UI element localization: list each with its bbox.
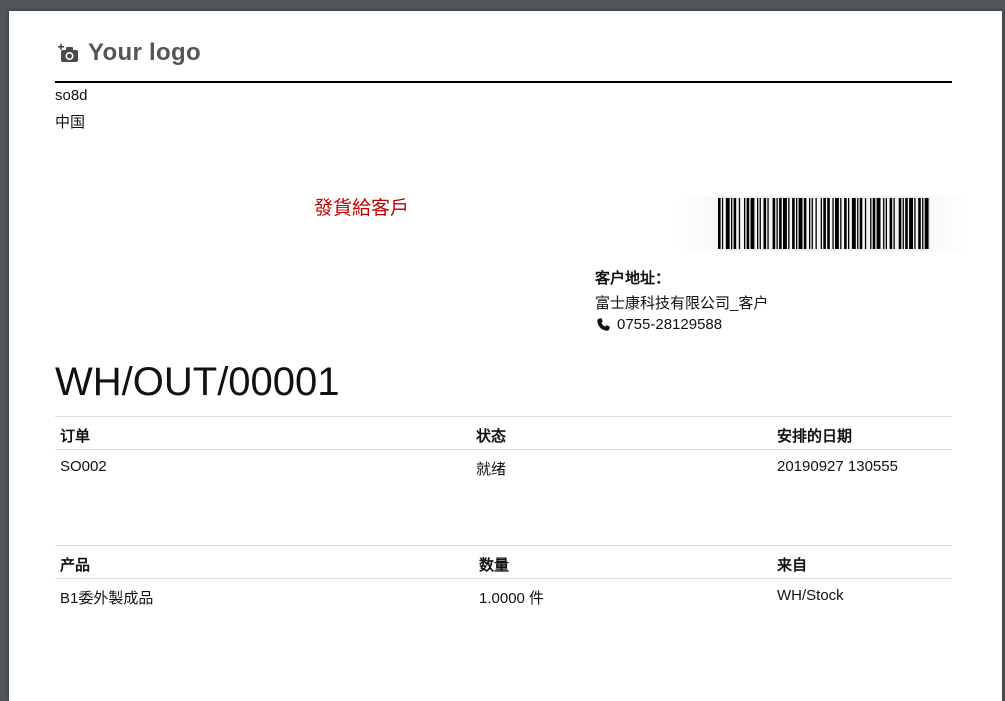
barcode-bar — [812, 198, 813, 249]
barcode-bar — [799, 198, 803, 249]
source-location-value: WH/Stock — [777, 587, 844, 604]
camera-icon — [58, 43, 80, 63]
logo-text: Your logo — [88, 39, 201, 67]
barcode-bar — [899, 198, 902, 249]
customer-phone-number: 0755-28129588 — [617, 316, 722, 333]
barcode-bar — [816, 198, 817, 249]
barcode-bar — [890, 198, 893, 249]
barcode-bar — [909, 198, 913, 249]
column-header-scheduled-date: 安排的日期 — [777, 425, 852, 446]
barcode-bar — [883, 198, 884, 249]
barcode-bar — [903, 198, 904, 249]
phone-icon — [597, 318, 610, 331]
barcode-bar — [848, 198, 849, 249]
barcode-bar — [918, 198, 921, 249]
barcode-bar — [726, 198, 730, 249]
order-info-table: 订单 状态 安排的日期 SO002 就绪 20190927 130555 — [55, 416, 952, 482]
order-value: SO002 — [60, 458, 107, 475]
barcode-bar — [844, 198, 847, 249]
table-row: B1委外製成品 1.0000 件 WH/Stock — [55, 578, 952, 611]
barcode-bar — [788, 198, 789, 249]
column-header-order: 订单 — [60, 425, 90, 446]
barcode-bar — [773, 198, 776, 249]
barcode — [718, 198, 930, 249]
barcode-bar — [925, 198, 929, 249]
document-title: WH/OUT/00001 — [55, 360, 340, 405]
barcode-bar — [870, 198, 871, 249]
customer-name: 富士康科技有限公司_客户 — [595, 292, 768, 313]
customer-phone: 0755-28129588 — [597, 316, 722, 333]
barcode-bar — [914, 198, 915, 249]
barcode-bar — [792, 198, 795, 249]
column-header-source: 来自 — [777, 554, 807, 575]
table-header-row: 产品 数量 来自 — [55, 545, 952, 578]
barcode-bar — [767, 198, 768, 249]
barcode-bar — [877, 198, 881, 249]
scheduled-date-value: 20190927 130555 — [777, 458, 898, 475]
barcode-bar — [747, 198, 750, 249]
barcode-bar — [873, 198, 876, 249]
barcode-bar — [905, 198, 908, 249]
barcode-bar — [779, 198, 782, 249]
barcode-bar — [840, 198, 841, 249]
barcode-bar — [835, 198, 839, 249]
barcode-bar — [796, 198, 797, 249]
customer-address-label: 客户地址： — [595, 267, 670, 288]
header-divider — [55, 81, 952, 83]
barcode-bar — [751, 198, 755, 249]
company-country: 中国 — [55, 111, 85, 132]
barcode-bar — [886, 198, 887, 249]
barcode-bar — [860, 198, 863, 249]
barcode-bar — [764, 198, 767, 249]
barcode-bar — [827, 198, 830, 249]
barcode-bar — [865, 198, 866, 249]
barcode-bar — [783, 198, 787, 249]
barcode-bar — [777, 198, 778, 249]
company-name: so8d — [55, 87, 88, 104]
barcode-bar — [804, 198, 807, 249]
barcode-bar — [809, 198, 810, 249]
barcode-bar — [744, 198, 745, 249]
move-lines-table: 产品 数量 来自 B1委外製成品 1.0000 件 WH/Stock — [55, 545, 952, 611]
document-heading: 發貨給客戶 — [314, 193, 409, 220]
barcode-bar — [922, 198, 923, 249]
barcode-bar — [757, 198, 758, 249]
product-value: B1委外製成品 — [60, 587, 153, 608]
barcode-bar — [731, 198, 732, 249]
barcode-bar — [722, 198, 723, 249]
column-header-quantity: 数量 — [479, 554, 509, 575]
barcode-bar — [734, 198, 737, 249]
table-row: SO002 就绪 20190927 130555 — [55, 449, 952, 482]
barcode-bar — [852, 198, 856, 249]
quantity-value: 1.0000 件 — [479, 587, 544, 608]
table-header-row: 订单 状态 安排的日期 — [55, 416, 952, 449]
barcode-bar — [760, 198, 761, 249]
barcode-bar — [832, 198, 833, 249]
barcode-bar — [823, 198, 826, 249]
barcode-bar — [739, 198, 740, 249]
status-value: 就绪 — [476, 458, 506, 479]
barcode-bar — [857, 198, 858, 249]
barcode-bar — [894, 198, 895, 249]
company-logo: Your logo — [58, 39, 201, 67]
column-header-product: 产品 — [60, 554, 90, 575]
barcode-bar — [821, 198, 822, 249]
column-header-status: 状态 — [476, 425, 506, 446]
barcode-bar — [718, 198, 721, 249]
